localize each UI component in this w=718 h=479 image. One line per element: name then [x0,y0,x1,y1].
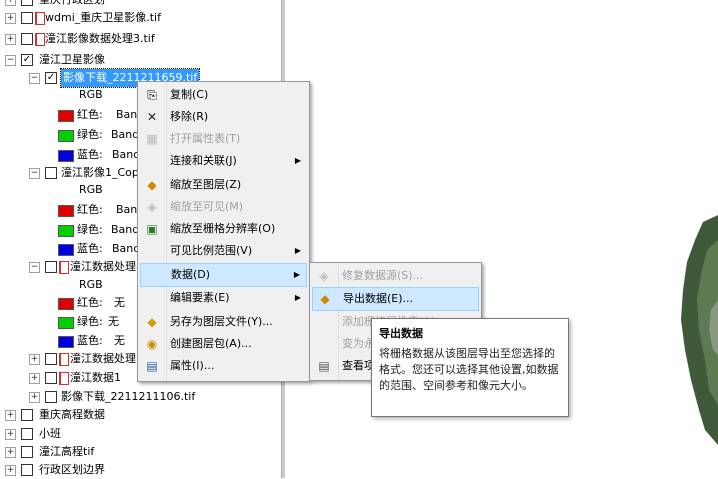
layer-checkbox[interactable] [21,409,33,421]
toc-layer-wdmi[interactable]: + wdmi_重庆卫星影像.tif [0,9,280,27]
copy-icon: ⎘ [147,88,157,102]
layer-label: 重庆高程数据 [39,408,105,421]
menu-item-copy[interactable]: ⎘ 复制(C) [140,84,307,106]
toc-group-tongjiang-satellite[interactable]: − ✓ 潼江卫星影像 [0,51,280,69]
submenu-arrow-icon: ▶ [293,270,300,279]
expand-icon[interactable]: + [5,429,16,440]
blue-swatch [58,150,74,162]
collapse-icon[interactable]: − [29,168,40,179]
export-icon: ◆ [320,292,330,306]
menu-item-remove[interactable]: ✕ 移除(R) [140,106,307,128]
menu-item-properties[interactable]: ▤ 属性(I)... [140,355,307,377]
layer-label: 重庆行政区划 [39,0,105,9]
expand-icon[interactable]: + [5,34,16,45]
expand-icon[interactable]: + [29,354,40,365]
expand-icon[interactable]: + [5,410,16,421]
menu-item-zoom-to-layer[interactable]: ◆ 缩放至图层(Z) [140,174,307,196]
layer-checkbox[interactable] [21,446,33,458]
menu-item-export-data[interactable]: ◆ 导出数据(E)... [312,287,479,311]
toc-layer-chongqing-dem[interactable]: + 重庆高程数据 [0,406,280,424]
submenu-arrow-icon: ▶ [294,293,301,302]
collapse-icon[interactable]: − [5,55,16,66]
zoom-layer-icon: ◆ [147,178,157,192]
properties-icon: ▤ [146,359,158,373]
layer-checkbox[interactable] [45,353,57,365]
red-swatch [58,205,74,217]
layer-checkbox[interactable] [21,33,33,45]
layer-label: 潼江数据处理8 [70,260,143,273]
menu-item-edit-features[interactable]: 编辑要素(E) ▶ [140,287,307,309]
blue-swatch [58,244,74,256]
layer-label: 潼江卫星影像 [39,53,105,66]
export-data-tooltip: 导出数据 将栅格数据从该图层导出至您选择的格式。您还可以选择其他设置,如数据的范… [371,318,569,417]
red-swatch [58,298,74,310]
green-swatch [58,317,74,329]
menu-item-joins-relates[interactable]: 连接和关联(J) ▶ [140,150,307,172]
menu-item-zoom-raster-resolution[interactable]: ▣ 缩放至栅格分辨率(O) [140,218,307,240]
layer-checkbox[interactable] [45,391,57,403]
layer-label: 潼江数据处理1 [70,352,143,365]
layer-label: 潼江影像1_Cop [61,166,139,179]
expand-icon[interactable]: + [5,0,16,6]
blue-swatch [58,336,74,348]
raster-layer-icon [59,353,69,366]
layer-checkbox[interactable] [45,167,57,179]
red-swatch [58,110,74,122]
collapse-icon[interactable]: − [29,262,40,273]
menu-item-repair-data-source[interactable]: ◈ 修复数据源(S)... [312,265,479,287]
raster-layer-icon [35,33,45,46]
layer-label: 潼江高程tif [39,445,95,458]
layer-checkbox[interactable] [21,0,33,6]
expand-icon[interactable]: + [29,373,40,384]
menu-item-open-attribute-table[interactable]: ▦ 打开属性表(T) [140,128,307,150]
toc-layer-admin-boundary[interactable]: + 行政区划边界 [0,461,280,479]
expand-icon[interactable]: + [5,447,16,458]
layer-label: 行政区划边界 [39,463,105,476]
raster-layer-icon [59,261,69,274]
layer-checkbox[interactable] [45,372,57,384]
layer-file-icon: ◆ [147,315,157,329]
layer-label: 影像下载_2211211106.tif [61,390,196,403]
menu-item-visible-scale-range[interactable]: 可见比例范围(V) ▶ [140,240,307,262]
green-swatch [58,225,74,237]
toc-layer-download-1106[interactable]: + 影像下载_2211211106.tif [0,388,280,406]
menu-item-create-layer-package[interactable]: ◉ 创建图层包(A)... [140,333,307,355]
metadata-icon: ▤ [318,359,330,373]
layer-context-menu: ⎘ 复制(C) ✕ 移除(R) ▦ 打开属性表(T) 连接和关联(J) ▶ ◆ … [137,81,310,382]
layer-label: 潼江影像数据处理3.tif [45,32,155,45]
menu-item-save-as-layer-file[interactable]: ◆ 另存为图层文件(Y)... [140,311,307,333]
repair-icon: ◈ [319,269,329,283]
toc-layer-tongjiang-dem[interactable]: + 潼江高程tif [0,443,280,461]
green-swatch [58,130,74,142]
menu-item-data[interactable]: 数据(D) ▶ [140,263,307,287]
menu-item-zoom-to-visible[interactable]: ◈ 缩放至可见(M) [140,196,307,218]
raster-layer-icon [59,372,69,385]
tooltip-body: 将栅格数据从该图层导出至您选择的格式。您还可以选择其他设置,如数据的范围、空间参… [379,347,559,392]
raster-layer-icon [35,12,45,25]
expand-icon[interactable]: + [5,13,16,24]
layer-checkbox[interactable] [21,428,33,440]
toc-layer-xiaoban[interactable]: + 小班 [0,425,280,443]
layer-label: 小班 [39,427,61,440]
expand-icon[interactable]: + [29,392,40,403]
toc-layer-tongjiang-3[interactable]: + 潼江影像数据处理3.tif [0,30,280,48]
layer-label: 潼江数据1 [70,371,121,384]
submenu-arrow-icon: ▶ [294,156,301,165]
collapse-icon[interactable]: − [29,73,40,84]
expand-icon[interactable]: + [5,465,16,476]
zoom-raster-icon: ▣ [146,222,158,236]
layer-checkbox[interactable]: ✓ [21,54,33,66]
layer-package-icon: ◉ [146,337,158,351]
layer-checkbox[interactable] [21,12,33,24]
toc-layer-chongqing-admin[interactable]: + 重庆行政区划 [0,0,280,9]
submenu-arrow-icon: ▶ [294,246,301,255]
table-icon: ▦ [146,132,158,146]
layer-checkbox[interactable] [21,464,33,476]
layer-checkbox[interactable]: ✓ [45,72,57,84]
layer-label: wdmi_重庆卫星影像.tif [45,11,161,24]
remove-icon: ✕ [146,110,158,124]
layer-checkbox[interactable] [45,261,57,273]
zoom-visible-icon: ◈ [147,200,157,214]
tooltip-title: 导出数据 [379,327,423,340]
